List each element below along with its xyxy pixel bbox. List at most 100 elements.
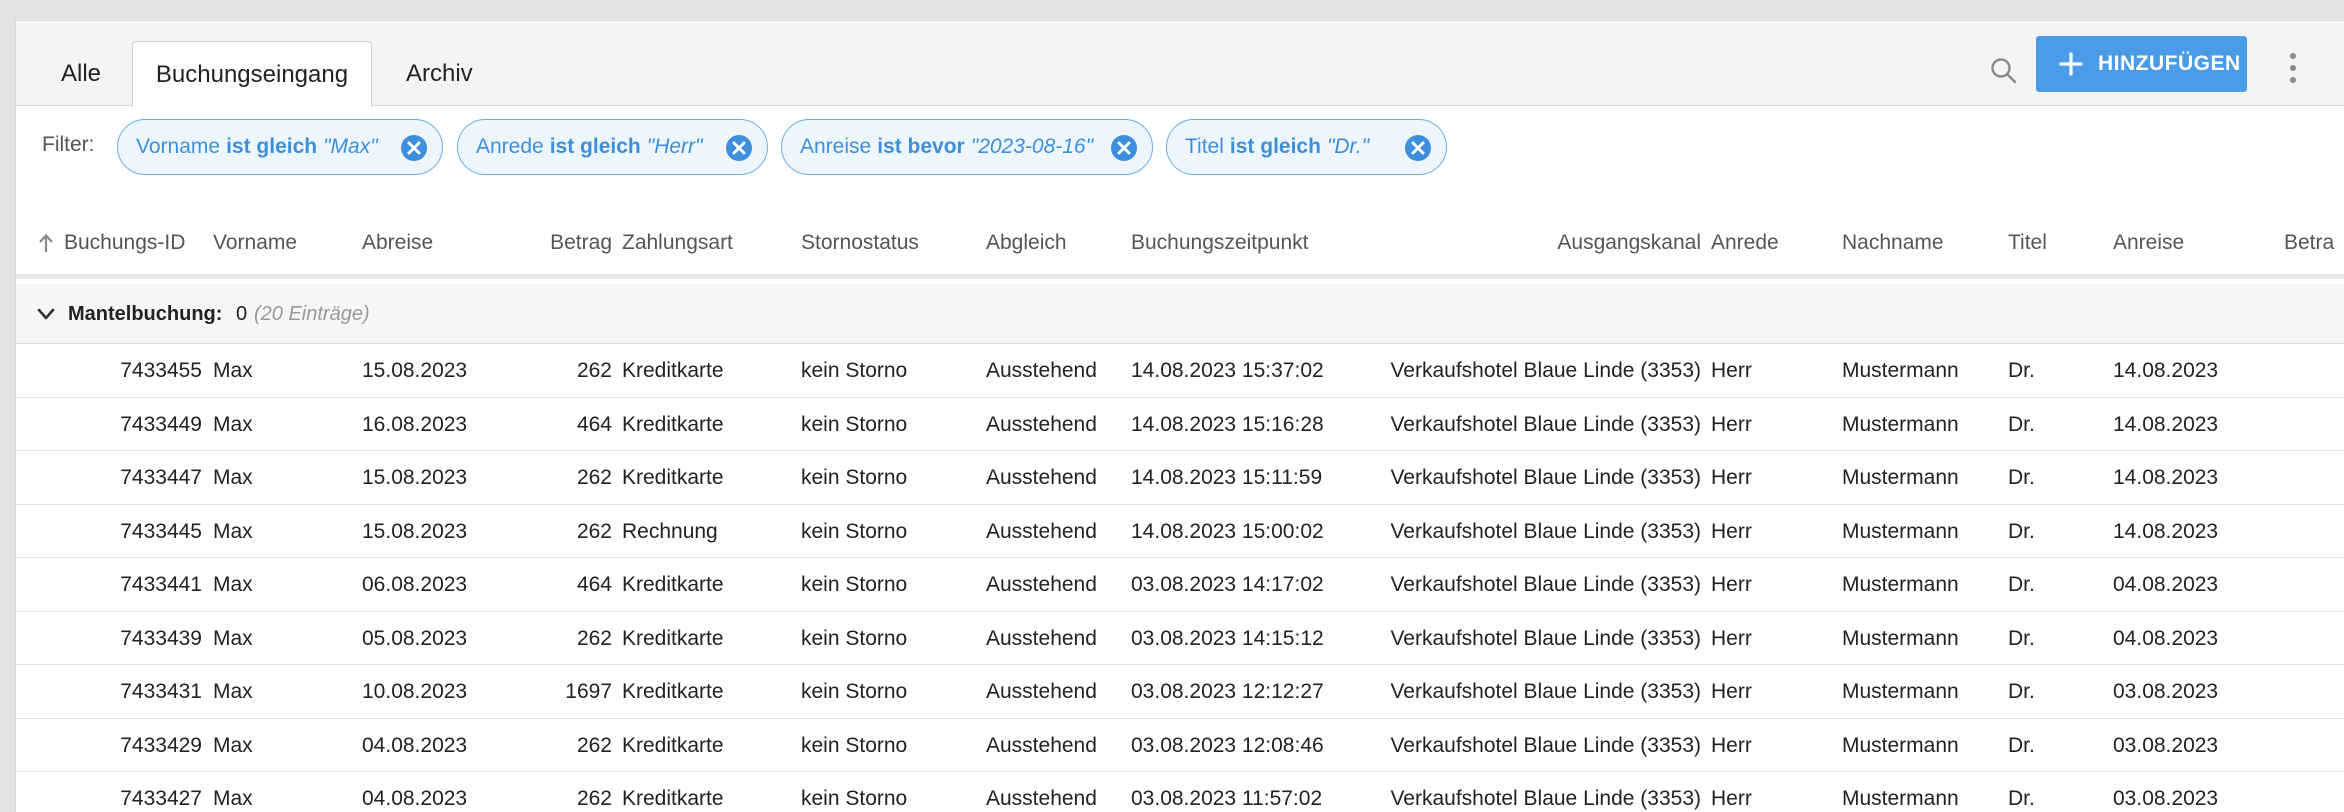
table-row[interactable]: 7433447 Max 15.08.2023 262 Kreditkarte k… bbox=[16, 451, 2344, 505]
column-header-abreise[interactable]: Abreise bbox=[362, 211, 433, 274]
filter-label: Filter: bbox=[42, 133, 95, 156]
group-count: (20 Einträge) bbox=[254, 303, 370, 325]
close-circle-icon[interactable] bbox=[725, 134, 753, 162]
cell-zahlungsart: Kreditkarte bbox=[622, 733, 724, 757]
cell-buchungs-id: 7433447 bbox=[120, 466, 202, 489]
search-button[interactable] bbox=[1979, 46, 2029, 96]
cell-anrede: Herr bbox=[1711, 519, 1752, 543]
cell-buchungszeitpunkt: 03.08.2023 14:17:02 bbox=[1131, 573, 1324, 596]
chip-field: Vorname bbox=[136, 135, 221, 158]
chip-value: "Max" bbox=[323, 135, 378, 158]
table-row[interactable]: 7433445 Max 15.08.2023 262 Rechnung kein… bbox=[16, 504, 2344, 558]
cell-zahlungsart: Rechnung bbox=[622, 519, 718, 543]
cell-anrede: Herr bbox=[1711, 359, 1752, 382]
cell-nachname: Mustermann bbox=[1842, 733, 1959, 757]
cell-anrede: Herr bbox=[1711, 573, 1752, 596]
group-row[interactable]: Mantelbuchung: 0 (20 Einträge) bbox=[16, 284, 2344, 344]
cell-vorname: Max bbox=[213, 412, 253, 436]
cell-nachname: Mustermann bbox=[1842, 787, 1959, 810]
chevron-down-icon[interactable] bbox=[34, 302, 58, 326]
filter-chip-vorname[interactable]: Vorname ist gleich "Max" bbox=[117, 119, 443, 175]
column-header-buchungszeitpunkt[interactable]: Buchungszeitpunkt bbox=[1131, 211, 1308, 274]
column-header-vorname[interactable]: Vorname bbox=[213, 211, 297, 274]
column-header-betrag-2[interactable]: Betra bbox=[2284, 211, 2334, 274]
filter-chip-anrede[interactable]: Anrede ist gleich "Herr" bbox=[457, 119, 768, 175]
cell-titel: Dr. bbox=[2008, 573, 2035, 596]
tab-archiv[interactable]: Archiv bbox=[386, 41, 526, 107]
cell-vorname: Max bbox=[213, 626, 253, 650]
plus-icon bbox=[2059, 52, 2083, 76]
cell-buchungs-id: 7433429 bbox=[120, 733, 202, 757]
cell-buchungszeitpunkt: 14.08.2023 15:00:02 bbox=[1131, 519, 1324, 543]
column-header-ausgangskanal[interactable]: Ausgangskanal bbox=[1316, 211, 1701, 274]
table-row[interactable]: 7433439 Max 05.08.2023 262 Kreditkarte k… bbox=[16, 611, 2344, 665]
close-circle-icon[interactable] bbox=[400, 134, 428, 162]
column-header-titel[interactable]: Titel bbox=[2008, 211, 2047, 274]
cell-ausgangskanal: Verkaufshotel Blaue Linde (3353) bbox=[1390, 680, 1701, 703]
cell-zahlungsart: Kreditkarte bbox=[622, 787, 724, 810]
table-row[interactable]: 7433441 Max 06.08.2023 464 Kreditkarte k… bbox=[16, 558, 2344, 612]
filter-chip-titel[interactable]: Titel ist gleich "Dr." bbox=[1166, 119, 1447, 175]
table-row[interactable]: 7433431 Max 10.08.2023 1697 Kreditkarte … bbox=[16, 665, 2344, 719]
table-row[interactable]: 7433455 Max 15.08.2023 262 Kreditkarte k… bbox=[16, 344, 2344, 398]
cell-stornostatus: kein Storno bbox=[801, 519, 908, 543]
cell-ausgangskanal: Verkaufshotel Blaue Linde (3353) bbox=[1390, 466, 1701, 489]
table-row[interactable]: 7433449 Max 16.08.2023 464 Kreditkarte k… bbox=[16, 397, 2344, 451]
add-button[interactable]: HINZUFÜGEN bbox=[2036, 36, 2247, 92]
cell-buchungszeitpunkt: 03.08.2023 12:12:27 bbox=[1131, 680, 1324, 703]
cell-zahlungsart: Kreditkarte bbox=[622, 412, 724, 436]
cell-stornostatus: kein Storno bbox=[801, 573, 908, 596]
cell-titel: Dr. bbox=[2008, 626, 2035, 650]
close-circle-icon[interactable] bbox=[1404, 134, 1432, 162]
cell-nachname: Mustermann bbox=[1842, 412, 1959, 436]
cell-nachname: Mustermann bbox=[1842, 680, 1959, 703]
column-header-anreise[interactable]: Anreise bbox=[2113, 211, 2184, 274]
tab-buchungseingang[interactable]: Buchungseingang bbox=[132, 41, 372, 107]
cell-stornostatus: kein Storno bbox=[801, 466, 908, 489]
cell-zahlungsart: Kreditkarte bbox=[622, 573, 724, 596]
column-header-zahlungsart[interactable]: Zahlungsart bbox=[622, 211, 733, 274]
chip-operator: ist gleich bbox=[226, 135, 318, 158]
cell-anrede: Herr bbox=[1711, 680, 1752, 703]
cell-betrag: 262 bbox=[576, 359, 612, 382]
cell-abgleich: Ausstehend bbox=[986, 626, 1097, 650]
cell-titel: Dr. bbox=[2008, 787, 2035, 810]
column-header-anrede[interactable]: Anrede bbox=[1711, 211, 1779, 274]
table-header: Buchungs-ID Vorname Abreise Betrag Zahlu… bbox=[16, 211, 2344, 279]
column-header-stornostatus[interactable]: Stornostatus bbox=[801, 211, 919, 274]
cell-anreise: 04.08.2023 bbox=[2113, 573, 2219, 596]
toolbar: Alle Buchungseingang Archiv HINZUFÜGEN bbox=[16, 21, 2344, 107]
more-menu-button[interactable] bbox=[2278, 43, 2308, 93]
cell-betrag: 1697 bbox=[565, 680, 612, 703]
cell-anreise: 14.08.2023 bbox=[2113, 359, 2219, 382]
chip-field: Anrede bbox=[476, 135, 544, 158]
chip-value: "Dr." bbox=[1326, 135, 1370, 158]
column-header-abgleich[interactable]: Abgleich bbox=[986, 211, 1067, 274]
cell-titel: Dr. bbox=[2008, 466, 2035, 489]
cell-anrede: Herr bbox=[1711, 626, 1752, 650]
table-row[interactable]: 7433429 Max 04.08.2023 262 Kreditkarte k… bbox=[16, 718, 2344, 772]
filter-chip-anreise[interactable]: Anreise ist bevor "2023-08-16" bbox=[781, 119, 1153, 175]
cell-vorname: Max bbox=[213, 466, 253, 489]
cell-abreise: 10.08.2023 bbox=[362, 680, 468, 703]
close-circle-icon[interactable] bbox=[1110, 134, 1138, 162]
cell-ausgangskanal: Verkaufshotel Blaue Linde (3353) bbox=[1390, 412, 1701, 436]
cell-vorname: Max bbox=[213, 680, 253, 703]
cell-ausgangskanal: Verkaufshotel Blaue Linde (3353) bbox=[1390, 787, 1701, 810]
cell-abreise: 05.08.2023 bbox=[362, 626, 468, 650]
cell-anrede: Herr bbox=[1711, 412, 1752, 436]
cell-abreise: 04.08.2023 bbox=[362, 787, 468, 810]
cell-buchungszeitpunkt: 14.08.2023 15:16:28 bbox=[1131, 412, 1324, 436]
column-header-betrag[interactable]: Betrag bbox=[496, 211, 612, 274]
cell-abreise: 15.08.2023 bbox=[362, 359, 468, 382]
cell-buchungs-id: 7433439 bbox=[120, 626, 202, 650]
cell-betrag: 262 bbox=[576, 787, 612, 810]
table-row[interactable]: 7433427 Max 04.08.2023 262 Kreditkarte k… bbox=[16, 772, 2344, 812]
cell-stornostatus: kein Storno bbox=[801, 626, 908, 650]
search-icon bbox=[1991, 58, 2017, 84]
column-header-nachname[interactable]: Nachname bbox=[1842, 211, 1944, 274]
cell-buchungs-id: 7433427 bbox=[120, 787, 202, 810]
column-header-buchungs-id[interactable]: Buchungs-ID bbox=[64, 211, 185, 274]
tab-alle[interactable]: Alle bbox=[46, 41, 116, 107]
cell-ausgangskanal: Verkaufshotel Blaue Linde (3353) bbox=[1390, 359, 1701, 382]
